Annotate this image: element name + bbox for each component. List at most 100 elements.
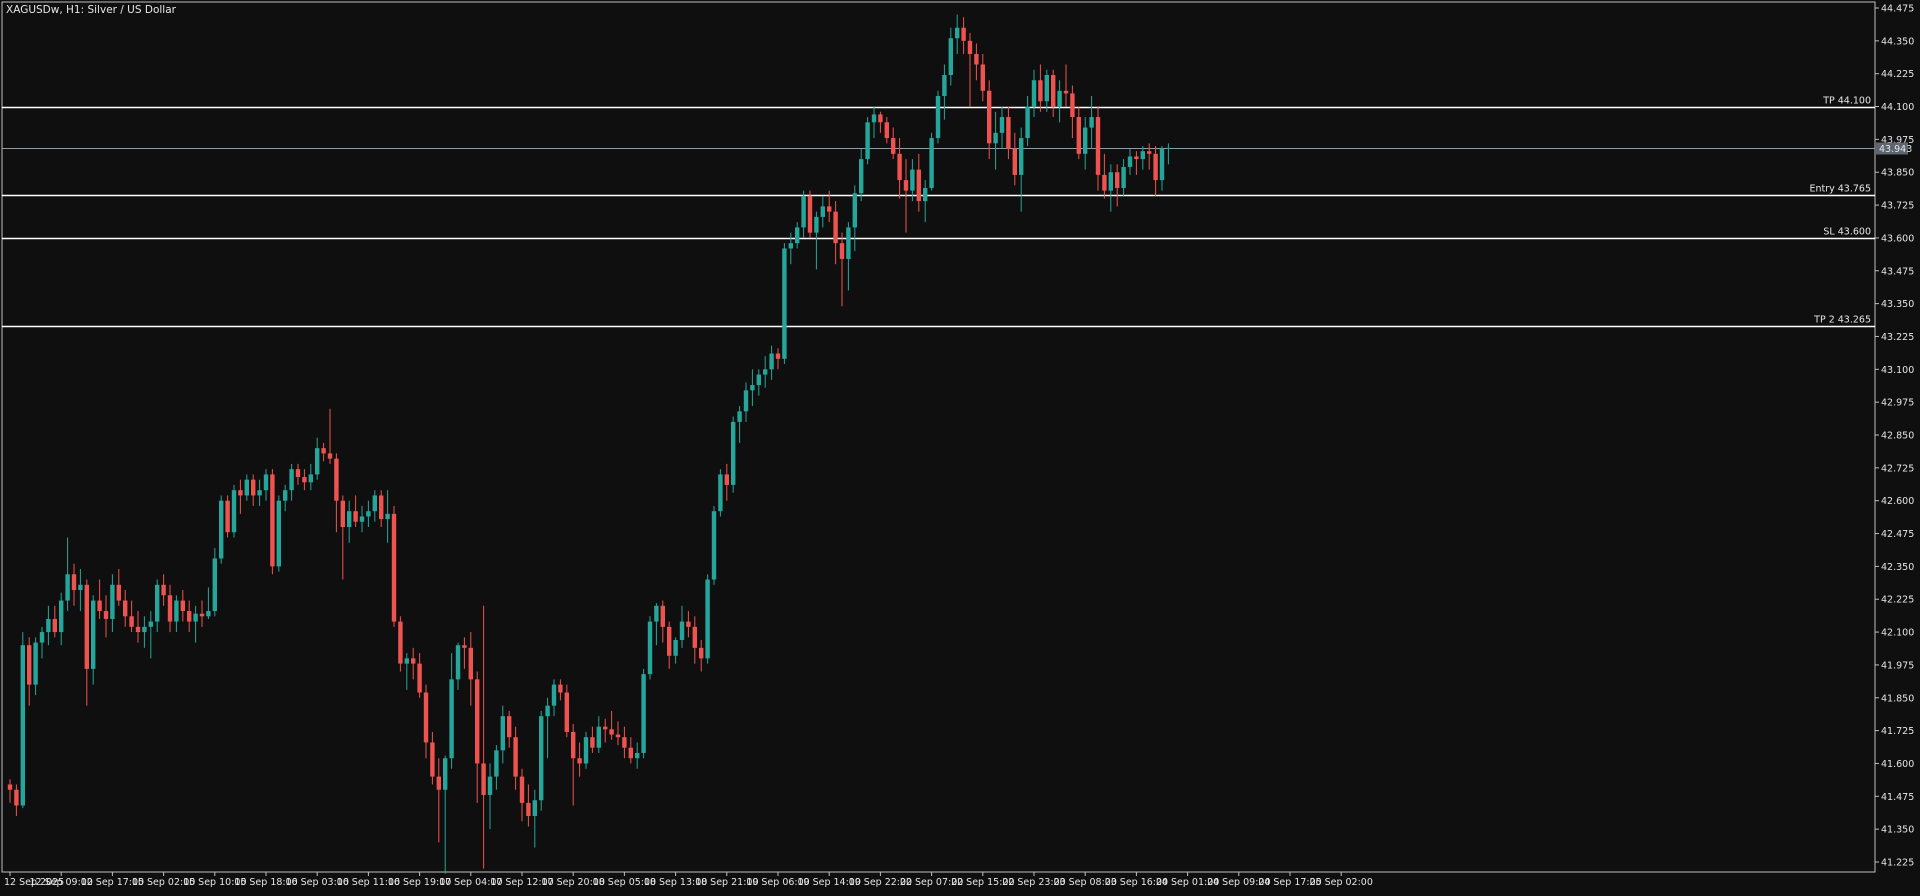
candle-body [564,692,569,732]
price-tick-label: 44.350 [1881,36,1914,47]
candle [647,616,653,680]
candle-body [737,411,742,422]
candle-body [238,490,243,496]
candle-body [955,27,960,39]
candle-body [763,369,768,375]
candle-body [807,195,813,233]
candle-body [724,474,729,485]
candle-body [718,474,723,512]
candle [391,505,397,627]
candle-body [532,800,537,817]
candle-body [27,645,32,685]
candle-body [283,490,288,501]
candle-body [110,584,115,619]
candle-body [654,605,659,622]
candle-body [443,758,448,790]
price-tick-label: 42.475 [1881,529,1914,540]
candle-body [129,616,134,627]
candle-body [59,600,64,633]
price-tick-label: 42.350 [1881,562,1914,573]
current-price-label: 43.943 [1879,144,1912,155]
candle-body [199,613,205,617]
candle-body [97,600,102,612]
candle-body [686,621,691,627]
candle [782,243,787,365]
candle-body [327,453,333,459]
price-tick-label: 43.350 [1881,299,1914,310]
candle-body [577,758,582,764]
candle-body [231,490,237,533]
candle-body [846,227,851,259]
candle-body [1057,90,1062,107]
candle-body [142,626,147,633]
candle-body [302,477,307,483]
candle-body [756,374,761,386]
candle-body [308,474,313,483]
candle-body [1031,80,1037,107]
candle-body [865,122,870,160]
candle-body [315,448,320,475]
price-chart[interactable]: TP 44.100 Entry 43.765 SL 43.600 TP 2 43.26… [0,0,1920,892]
candle-body [155,584,160,622]
candle-body [596,726,601,748]
candle-body [987,90,992,144]
candle-body [1127,156,1133,167]
candle-body [673,639,678,656]
price-tick-label: 43.225 [1881,332,1914,343]
candle-body [961,27,966,41]
candle-body [622,737,627,748]
candle-body [699,647,704,659]
candle-body [711,511,717,580]
candle-body [1051,75,1056,107]
candle-body [251,479,256,496]
candle-body [334,458,339,501]
candle-body [340,500,345,527]
chart-window: TP 44.100 Entry 43.765 SL 43.600 TP 2 43.26… [0,0,1920,892]
candle-body [635,752,640,759]
price-tick-label: 42.600 [1881,496,1914,507]
candle-body [91,600,96,669]
candle-body [404,658,409,664]
candle-body [897,153,902,181]
level-label: TP 44.100 [1822,96,1871,107]
candle-body [775,353,781,359]
candle-body [84,584,89,669]
candle-body [391,513,397,622]
candle-body [1089,117,1094,128]
candle-body [1134,156,1139,160]
time-tick-label: 25 Sep 02:00 [1309,877,1372,888]
candle [539,710,544,811]
candle-body [519,776,525,803]
candle-body [539,716,544,801]
candle-body [1166,147,1171,149]
candle-body [1115,172,1120,188]
candle-body [276,500,281,567]
candle-body [103,611,109,619]
candle-body [916,169,921,202]
candle [276,495,281,572]
candle-body [449,679,454,759]
candle [641,668,646,759]
candle-body [814,216,819,233]
candle-body [462,645,467,648]
candle-body [692,626,697,648]
candle-body [1095,117,1101,175]
candle-body [65,574,70,601]
candle-body [571,731,576,759]
candle-body [705,579,710,659]
chart-background [0,0,1920,892]
candle-body [500,716,505,751]
candle-body [353,511,358,522]
candle-body [545,705,550,717]
candle-body [39,632,45,643]
candle-body [193,613,198,622]
candle-body [379,495,384,520]
price-tick-label: 41.350 [1881,825,1914,836]
candle-body [827,206,832,212]
candle-body [769,353,774,370]
candle-body [1076,117,1081,154]
candle-body [628,747,633,759]
candle-body [1108,172,1113,191]
candle-body [1006,117,1011,149]
candle-body [321,448,326,454]
